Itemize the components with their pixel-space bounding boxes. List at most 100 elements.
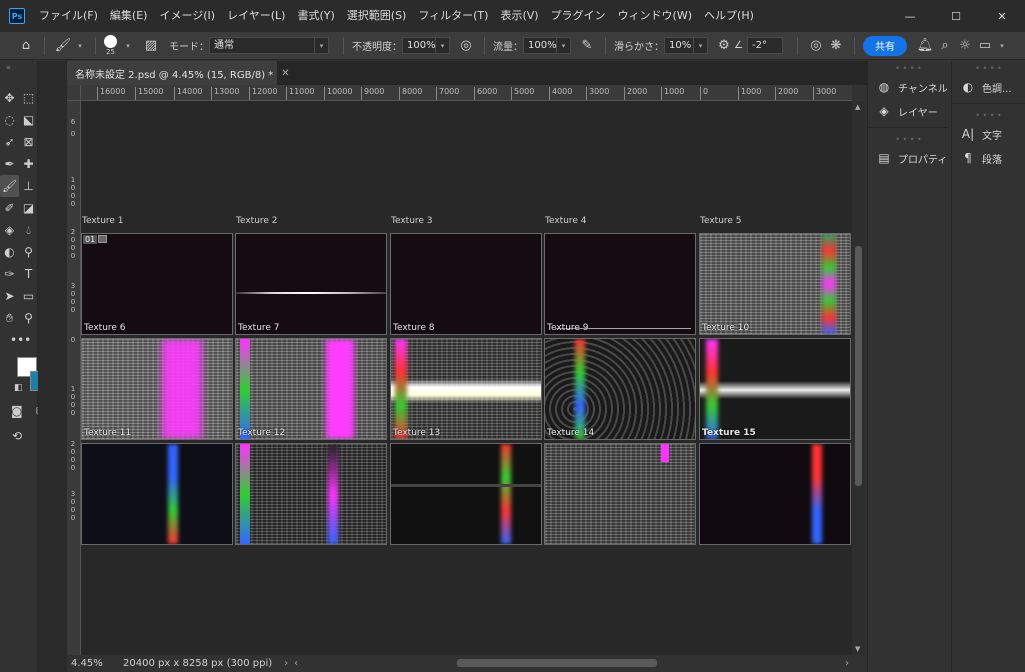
default-colors-icon[interactable]: ◧: [14, 383, 23, 393]
close-tab-icon[interactable]: ✕: [281, 68, 289, 79]
paragraph-panel-tab[interactable]: ¶ 段落: [952, 146, 1025, 170]
mode-select[interactable]: 通常: [209, 37, 315, 54]
status-menu-icon[interactable]: ›: [284, 658, 288, 669]
chevron-down-icon[interactable]: ▾: [315, 37, 329, 54]
bell-icon[interactable]: 🔔︎: [915, 36, 935, 56]
pressure-size-icon[interactable]: ◎: [806, 36, 826, 56]
quick-mask-icon[interactable]: ◙: [11, 404, 23, 418]
scroll-left-icon[interactable]: ‹: [294, 658, 298, 669]
texture-thumbnail[interactable]: Texture 7: [235, 233, 387, 335]
angle-input[interactable]: -2°: [746, 37, 783, 54]
panel-grip[interactable]: • • • •: [868, 61, 949, 75]
panel-grip[interactable]: • • • •: [952, 61, 1025, 75]
chevron-down-icon[interactable]: ▾: [73, 37, 87, 54]
channels-panel-tab[interactable]: ◍ チャンネル: [868, 75, 949, 99]
texture-thumbnail[interactable]: [81, 443, 233, 545]
panel-grip[interactable]: • • • •: [952, 108, 1025, 122]
collapse-icon[interactable]: «: [6, 63, 11, 72]
brush-tool-icon[interactable]: 🖌: [0, 175, 19, 197]
document-canvas[interactable]: Texture 1 Texture 2 Texture 3 Texture 4 Text…: [81, 101, 852, 655]
scroll-down-icon[interactable]: ▼: [855, 645, 860, 653]
layers-panel-tab[interactable]: ◈ レイヤー: [868, 99, 949, 123]
blur-tool-icon[interactable]: 💧︎: [19, 219, 38, 241]
frame-tool-icon[interactable]: ⊠: [19, 131, 38, 153]
menu-help[interactable]: ヘルプ(H): [698, 0, 760, 32]
dodge-tool-icon[interactable]: ◐: [0, 241, 19, 263]
texture-thumbnail[interactable]: Texture 11: [81, 338, 233, 440]
flow-input[interactable]: 100%: [523, 37, 557, 54]
menu-image[interactable]: イメージ(I): [153, 0, 221, 32]
paint-bucket-tool-icon[interactable]: ◈: [0, 219, 19, 241]
texture-thumbnail[interactable]: Texture 10: [699, 233, 851, 335]
character-panel-tab[interactable]: A| 文字: [952, 122, 1025, 146]
texture-thumbnail[interactable]: Texture 13: [390, 338, 542, 440]
share-button[interactable]: 共有: [862, 35, 907, 56]
search-icon[interactable]: ⌕: [935, 36, 955, 56]
workspace-icon[interactable]: ▭: [975, 36, 995, 56]
object-select-tool-icon[interactable]: ⬕: [19, 109, 38, 131]
adjustments-panel-tab[interactable]: ◐ 色調...: [952, 75, 1025, 99]
chevron-down-icon[interactable]: ▾: [557, 37, 571, 54]
healing-tool-icon[interactable]: ✚: [19, 153, 38, 175]
move-tool-icon[interactable]: ✥: [0, 87, 19, 109]
maximize-icon[interactable]: ☐: [933, 0, 979, 32]
pressure-opacity-icon[interactable]: ◎: [456, 36, 476, 56]
pen-tool-icon[interactable]: ✑: [0, 263, 19, 285]
zoom-level[interactable]: 4.45%: [71, 658, 117, 669]
menu-plugins[interactable]: プラグイン: [545, 0, 612, 32]
quick-select-tool-icon[interactable]: ◌: [0, 109, 19, 131]
texture-thumbnail[interactable]: Texture 9: [544, 233, 696, 335]
texture-thumbnail[interactable]: Texture 14: [544, 338, 696, 440]
type-tool-icon[interactable]: T: [19, 263, 38, 285]
eyedropper-tool-icon[interactable]: ✒: [0, 153, 19, 175]
texture-thumbnail[interactable]: [235, 443, 387, 545]
generative-icon[interactable]: ⟲: [12, 429, 22, 443]
horizontal-scroll-thumb[interactable]: [457, 659, 657, 667]
zoom-tool-icon[interactable]: ⚲: [19, 307, 38, 329]
texture-thumbnail[interactable]: [544, 443, 696, 545]
history-brush-tool-icon[interactable]: ✐: [0, 197, 19, 219]
scroll-right-icon[interactable]: ›: [845, 658, 849, 669]
texture-thumbnail[interactable]: Texture 12: [235, 338, 387, 440]
menu-select[interactable]: 選択範囲(S): [341, 0, 413, 32]
chevron-down-icon[interactable]: ▾: [121, 37, 135, 54]
smoothing-input[interactable]: 10%: [664, 37, 694, 54]
gear-icon[interactable]: ⚙: [714, 36, 734, 56]
menu-type[interactable]: 書式(Y): [291, 0, 340, 32]
texture-thumbnail[interactable]: [390, 443, 542, 545]
brush-preset-icon[interactable]: 🖌: [53, 36, 73, 56]
brush-settings-icon[interactable]: ▨: [141, 36, 161, 56]
texture-thumbnail[interactable]: Texture 6 01: [81, 233, 233, 335]
panel-grip[interactable]: • • • •: [868, 132, 949, 146]
menu-filter[interactable]: フィルター(T): [412, 0, 494, 32]
texture-thumbnail[interactable]: [699, 443, 851, 545]
chevron-down-icon[interactable]: ▾: [436, 37, 450, 54]
minimize-icon[interactable]: —: [887, 0, 933, 32]
texture-thumbnail[interactable]: Texture 15: [699, 338, 851, 440]
document-tab[interactable]: 名称未設定 2.psd @ 4.45% (15, RGB/8) * ✕: [67, 61, 290, 85]
more-tools-icon[interactable]: •••: [0, 329, 31, 351]
menu-view[interactable]: 表示(V): [494, 0, 544, 32]
stamp-tool-icon[interactable]: ⊥: [19, 175, 38, 197]
airbrush-icon[interactable]: ✎: [577, 36, 597, 56]
menu-file[interactable]: ファイル(F): [33, 0, 104, 32]
texture-thumbnail[interactable]: Texture 8: [390, 233, 542, 335]
opacity-input[interactable]: 100%: [402, 37, 436, 54]
brush-size-picker[interactable]: 25: [104, 35, 117, 56]
vertical-ruler[interactable]: 6 0 1 0 0 0 2 0 0 0 3 0 0 0 0 1 0 0 0 2 0 0 0 3 …: [67, 101, 81, 655]
eraser-tool-icon[interactable]: ◪: [19, 197, 38, 219]
marquee-tool-icon[interactable]: ⬚: [19, 87, 38, 109]
hand-tool-icon[interactable]: ✋︎: [0, 307, 19, 329]
chevron-down-icon[interactable]: ▾: [995, 37, 1009, 54]
chevron-down-icon[interactable]: ▾: [694, 37, 708, 54]
lightbulb-icon[interactable]: ☼: [955, 36, 975, 56]
vertical-scroll-thumb[interactable]: [855, 246, 862, 486]
symmetry-icon[interactable]: ❋: [826, 36, 846, 56]
path-select-tool-icon[interactable]: ➤: [0, 285, 19, 307]
scroll-up-icon[interactable]: ▲: [855, 103, 860, 111]
lasso-tool-icon[interactable]: ➶: [0, 131, 19, 153]
menu-edit[interactable]: 編集(E): [104, 0, 154, 32]
horizontal-ruler[interactable]: 16000 15000 14000 13000 12000 11000 10000 9000 8…: [81, 85, 852, 101]
close-icon[interactable]: ✕: [979, 0, 1025, 32]
menu-window[interactable]: ウィンドウ(W): [612, 0, 698, 32]
